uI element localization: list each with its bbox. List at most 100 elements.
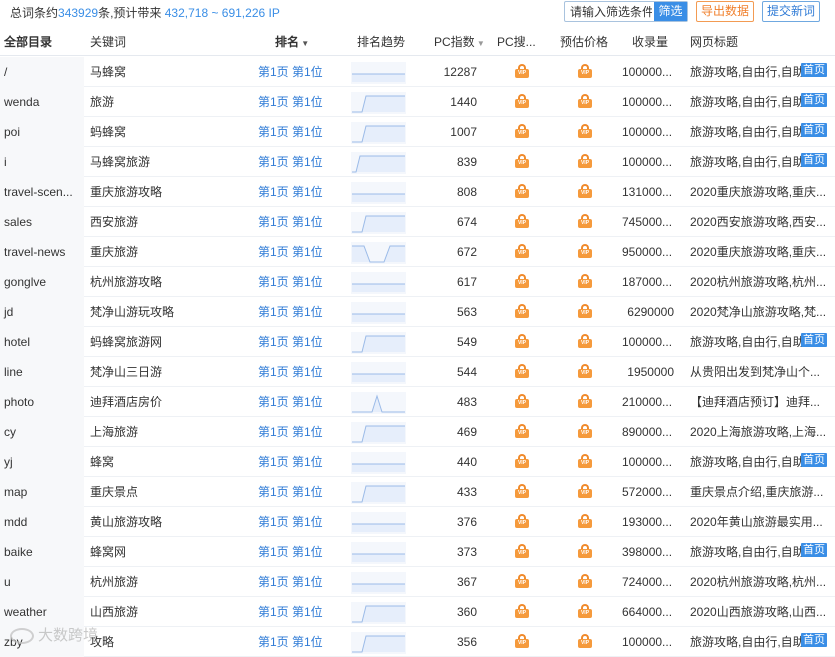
dir-cell[interactable]: sales bbox=[0, 207, 84, 237]
vip-lock-icon[interactable]: VIP bbox=[515, 394, 529, 409]
rank-trend-sparkline[interactable] bbox=[350, 447, 408, 477]
rank-link[interactable]: 第1页 第1位 bbox=[258, 207, 338, 237]
keyword-cell[interactable]: 梵净山三日游 bbox=[90, 357, 245, 387]
pc-search-cell[interactable]: VIP bbox=[497, 207, 547, 237]
table-row[interactable]: gonglve 杭州旅游攻略 第1页 第1位 617 VIP VIP 187000... 20… bbox=[0, 267, 835, 297]
vip-lock-icon[interactable]: VIP bbox=[515, 454, 529, 469]
dir-cell[interactable]: / bbox=[0, 57, 84, 87]
price-cell[interactable]: VIP bbox=[560, 177, 610, 207]
table-row[interactable]: poi 蚂蜂窝 第1页 第1位 1007 VIP VIP 100000... 旅游攻略,自由行… bbox=[0, 117, 835, 147]
keyword-cell[interactable]: 重庆旅游攻略 bbox=[90, 177, 245, 207]
rank-trend-sparkline[interactable] bbox=[350, 87, 408, 117]
table-row[interactable]: hotel 蚂蜂窝旅游网 第1页 第1位 549 VIP VIP 100000... 旅游攻略… bbox=[0, 327, 835, 357]
table-row[interactable]: zby 攻略 第1页 第1位 356 VIP VIP 100000... 旅游攻略,自由行,自… bbox=[0, 627, 835, 657]
keyword-cell[interactable]: 旅游 bbox=[90, 87, 245, 117]
table-row[interactable]: baike 蜂窝网 第1页 第1位 373 VIP VIP 398000... 旅游攻略,自由… bbox=[0, 537, 835, 567]
keyword-cell[interactable]: 重庆景点 bbox=[90, 477, 245, 507]
price-cell[interactable]: VIP bbox=[560, 237, 610, 267]
rank-trend-sparkline[interactable] bbox=[350, 477, 408, 507]
vip-lock-icon[interactable]: VIP bbox=[578, 364, 592, 379]
rank-trend-sparkline[interactable] bbox=[350, 297, 408, 327]
vip-lock-icon[interactable]: VIP bbox=[578, 64, 592, 79]
column-header-dir[interactable]: 全部目录 bbox=[0, 28, 84, 56]
rank-link[interactable]: 第1页 第1位 bbox=[258, 387, 338, 417]
dir-cell[interactable]: poi bbox=[0, 117, 84, 147]
vip-lock-icon[interactable]: VIP bbox=[578, 154, 592, 169]
vip-lock-icon[interactable]: VIP bbox=[578, 604, 592, 619]
page-title-cell[interactable]: 【迪拜酒店预订】迪拜... bbox=[690, 387, 835, 417]
vip-lock-icon[interactable]: VIP bbox=[578, 274, 592, 289]
table-row[interactable]: cy 上海旅游 第1页 第1位 469 VIP VIP 890000... 2020上海旅游攻… bbox=[0, 417, 835, 447]
keyword-cell[interactable]: 山西旅游 bbox=[90, 597, 245, 627]
table-row[interactable]: line 梵净山三日游 第1页 第1位 544 VIP VIP 1950000 从贵阳出发到梵… bbox=[0, 357, 835, 387]
rank-trend-sparkline[interactable] bbox=[350, 237, 408, 267]
vip-lock-icon[interactable]: VIP bbox=[515, 214, 529, 229]
vip-lock-icon[interactable]: VIP bbox=[515, 364, 529, 379]
rank-link[interactable]: 第1页 第1位 bbox=[258, 567, 338, 597]
vip-lock-icon[interactable]: VIP bbox=[515, 334, 529, 349]
rank-trend-sparkline[interactable] bbox=[350, 537, 408, 567]
vip-lock-icon[interactable]: VIP bbox=[515, 604, 529, 619]
pc-search-cell[interactable]: VIP bbox=[497, 477, 547, 507]
table-row[interactable]: wenda 旅游 第1页 第1位 1440 VIP VIP 100000... 旅游攻略,自由… bbox=[0, 87, 835, 117]
pc-search-cell[interactable]: VIP bbox=[497, 267, 547, 297]
dir-cell[interactable]: u bbox=[0, 567, 84, 597]
dir-cell[interactable]: baike bbox=[0, 537, 84, 567]
page-title-cell[interactable]: 2020杭州旅游攻略,杭州... bbox=[690, 567, 835, 597]
keyword-cell[interactable]: 杭州旅游 bbox=[90, 567, 245, 597]
price-cell[interactable]: VIP bbox=[560, 207, 610, 237]
page-title-cell[interactable]: 2020杭州旅游攻略,杭州... bbox=[690, 267, 835, 297]
page-title-cell[interactable]: 重庆景点介绍,重庆旅游... bbox=[690, 477, 835, 507]
pc-search-cell[interactable]: VIP bbox=[497, 537, 547, 567]
pc-search-cell[interactable]: VIP bbox=[497, 597, 547, 627]
vip-lock-icon[interactable]: VIP bbox=[515, 154, 529, 169]
table-row[interactable]: i 马蜂窝旅游 第1页 第1位 839 VIP VIP 100000... 旅游攻略,自由行,… bbox=[0, 147, 835, 177]
vip-lock-icon[interactable]: VIP bbox=[578, 514, 592, 529]
vip-lock-icon[interactable]: VIP bbox=[515, 64, 529, 79]
dir-cell[interactable]: yj bbox=[0, 447, 84, 477]
page-title-cell[interactable]: 2020重庆旅游攻略,重庆... bbox=[690, 237, 835, 267]
table-row[interactable]: photo 迪拜酒店房价 第1页 第1位 483 VIP VIP 210000... 【迪拜酒… bbox=[0, 387, 835, 417]
filter-button[interactable]: 筛选 bbox=[654, 2, 687, 21]
page-title-cell[interactable]: 2020梵净山旅游攻略,梵... bbox=[690, 297, 835, 327]
rank-link[interactable]: 第1页 第1位 bbox=[258, 177, 338, 207]
rank-trend-sparkline[interactable] bbox=[350, 147, 408, 177]
rank-link[interactable]: 第1页 第1位 bbox=[258, 267, 338, 297]
rank-link[interactable]: 第1页 第1位 bbox=[258, 87, 338, 117]
rank-link[interactable]: 第1页 第1位 bbox=[258, 57, 338, 87]
vip-lock-icon[interactable]: VIP bbox=[578, 244, 592, 259]
rank-trend-sparkline[interactable] bbox=[350, 117, 408, 147]
price-cell[interactable]: VIP bbox=[560, 537, 610, 567]
price-cell[interactable]: VIP bbox=[560, 297, 610, 327]
keyword-cell[interactable]: 蜂窝 bbox=[90, 447, 245, 477]
vip-lock-icon[interactable]: VIP bbox=[578, 334, 592, 349]
dir-cell[interactable]: line bbox=[0, 357, 84, 387]
rank-trend-sparkline[interactable] bbox=[350, 417, 408, 447]
vip-lock-icon[interactable]: VIP bbox=[515, 124, 529, 139]
table-row[interactable]: travel-scen... 重庆旅游攻略 第1页 第1位 808 VIP VIP 1310… bbox=[0, 177, 835, 207]
pc-search-cell[interactable]: VIP bbox=[497, 507, 547, 537]
keyword-cell[interactable]: 黄山旅游攻略 bbox=[90, 507, 245, 537]
filter-input[interactable] bbox=[565, 2, 657, 21]
price-cell[interactable]: VIP bbox=[560, 627, 610, 657]
vip-lock-icon[interactable]: VIP bbox=[515, 574, 529, 589]
pc-search-cell[interactable]: VIP bbox=[497, 417, 547, 447]
dir-cell[interactable]: mdd bbox=[0, 507, 84, 537]
table-row[interactable]: u 杭州旅游 第1页 第1位 367 VIP VIP 724000... 2020杭州旅游攻略… bbox=[0, 567, 835, 597]
dir-cell[interactable]: photo bbox=[0, 387, 84, 417]
keyword-cell[interactable]: 上海旅游 bbox=[90, 417, 245, 447]
price-cell[interactable]: VIP bbox=[560, 567, 610, 597]
keyword-cell[interactable]: 蚂蜂窝旅游网 bbox=[90, 327, 245, 357]
rank-link[interactable]: 第1页 第1位 bbox=[258, 237, 338, 267]
pc-search-cell[interactable]: VIP bbox=[497, 567, 547, 597]
submit-keyword-button[interactable]: 提交新词 bbox=[762, 1, 820, 22]
table-row[interactable]: travel-news 重庆旅游 第1页 第1位 672 VIP VIP 950000...… bbox=[0, 237, 835, 267]
vip-lock-icon[interactable]: VIP bbox=[578, 574, 592, 589]
vip-lock-icon[interactable]: VIP bbox=[515, 484, 529, 499]
rank-link[interactable]: 第1页 第1位 bbox=[258, 537, 338, 567]
vip-lock-icon[interactable]: VIP bbox=[515, 634, 529, 649]
dir-cell[interactable]: weather bbox=[0, 597, 84, 627]
keyword-cell[interactable]: 马蜂窝旅游 bbox=[90, 147, 245, 177]
rank-link[interactable]: 第1页 第1位 bbox=[258, 597, 338, 627]
keyword-cell[interactable]: 梵净山游玩攻略 bbox=[90, 297, 245, 327]
